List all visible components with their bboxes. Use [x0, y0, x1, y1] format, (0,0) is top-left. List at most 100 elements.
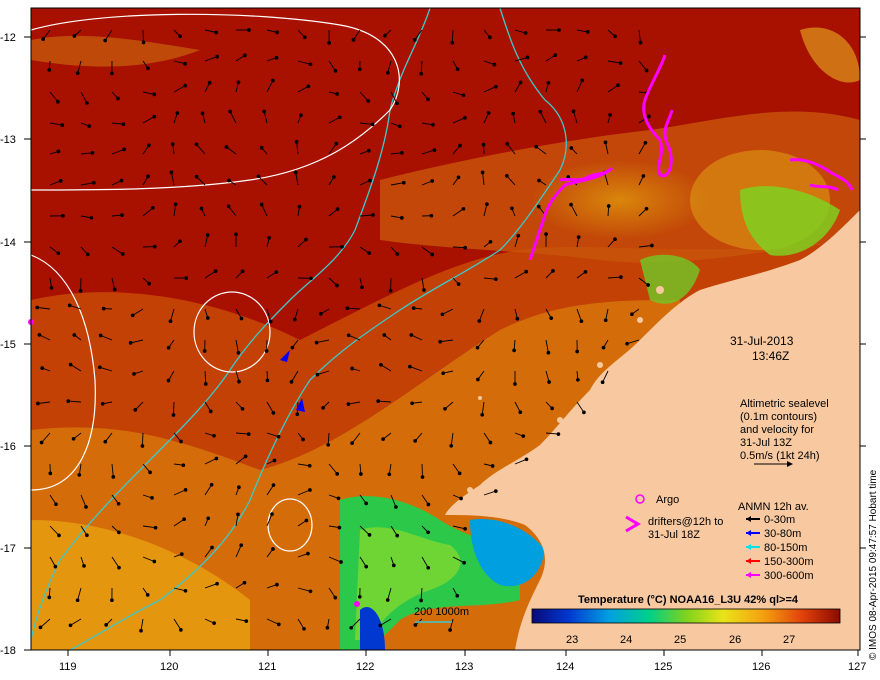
- velocity-arrowhead: [456, 282, 461, 286]
- velocity-arrowhead: [420, 475, 425, 479]
- velocity-arrowhead: [72, 333, 77, 337]
- velocity-arrowhead: [120, 213, 124, 217]
- velocity-arrowhead: [60, 123, 65, 127]
- velocity-arrowhead: [419, 71, 424, 76]
- velocity-arrowhead: [171, 413, 176, 417]
- velocity-arrowhead: [608, 113, 612, 117]
- velocity-arrowhead: [199, 206, 204, 211]
- velocity-arrowhead: [366, 99, 371, 103]
- velocity-arrowhead: [56, 251, 61, 256]
- velocity-arrowhead: [485, 202, 489, 207]
- velocity-arrowhead: [207, 80, 212, 85]
- velocity-arrowhead: [370, 122, 375, 127]
- velocity-arrowhead: [480, 170, 485, 175]
- velocity-arrowhead: [259, 145, 264, 150]
- velocity-arrowhead: [438, 339, 443, 344]
- velocity-arrowhead: [301, 437, 305, 442]
- velocity-arrowhead: [613, 237, 617, 242]
- altimetry-line: Altimetric sealevel: [740, 398, 829, 410]
- argo-label: Argo: [656, 494, 679, 506]
- velocity-arrowhead: [488, 440, 493, 445]
- velocity-arrowhead: [240, 269, 245, 274]
- velocity-arrowhead: [262, 109, 267, 114]
- velocity-arrowhead: [133, 408, 138, 412]
- velocity-arrowhead: [426, 97, 430, 102]
- velocity-arrowhead: [39, 440, 44, 445]
- velocity-arrowhead: [271, 483, 276, 487]
- velocity-arrowhead: [364, 501, 369, 506]
- anmn-label: 150-300m: [764, 556, 814, 568]
- velocity-arrowhead: [275, 582, 279, 587]
- velocity-arrowhead: [132, 372, 136, 376]
- velocity-arrowhead: [383, 33, 387, 38]
- velocity-arrowhead: [302, 35, 307, 40]
- velocity-arrowhead: [41, 37, 46, 41]
- velocity-arrowhead: [327, 41, 332, 45]
- colorbar-tick: 25: [674, 634, 686, 646]
- altimetry-line: (0.1m contours): [740, 411, 817, 423]
- velocity-arrowhead: [290, 345, 295, 350]
- velocity-arrowhead: [237, 485, 241, 490]
- velocity-arrowhead: [524, 269, 529, 274]
- velocity-arrowhead: [87, 124, 92, 128]
- velocity-arrowhead: [477, 319, 482, 323]
- velocity-arrowhead: [91, 180, 96, 185]
- velocity-arrowhead: [400, 150, 404, 155]
- velocity-arrowhead: [57, 533, 61, 538]
- velocity-arrowhead: [457, 471, 462, 476]
- velocity-arrowhead: [644, 206, 649, 211]
- velocity-arrowhead: [340, 244, 344, 249]
- velocity-arrowhead: [430, 179, 435, 183]
- velocity-arrowhead: [335, 283, 339, 288]
- velocity-arrowhead: [493, 489, 498, 493]
- velocity-arrowhead: [585, 30, 590, 34]
- x-tick: 127: [848, 661, 866, 673]
- velocity-arrowhead: [391, 563, 396, 568]
- velocity-arrowhead: [111, 475, 116, 479]
- velocity-arrowhead: [47, 595, 52, 600]
- velocity-arrowhead: [122, 147, 126, 152]
- velocity-arrowhead: [368, 178, 372, 183]
- velocity-arrowhead: [150, 496, 154, 500]
- velocity-arrowhead: [603, 140, 608, 145]
- velocity-arrowhead: [335, 472, 340, 476]
- velocity-arrowhead: [450, 40, 455, 45]
- velocity-arrowhead: [236, 350, 241, 355]
- velocity-arrowhead: [274, 270, 279, 274]
- velocity-arrowhead: [259, 202, 264, 207]
- velocity-arrowhead: [307, 463, 312, 468]
- velocity-arrowhead: [395, 533, 400, 538]
- velocity-arrowhead: [236, 80, 241, 85]
- velocity-arrowhead: [121, 122, 126, 127]
- velocity-arrowhead: [576, 235, 581, 239]
- velocity-arrowhead: [326, 442, 331, 447]
- velocity-arrowhead: [184, 276, 189, 280]
- velocity-arrowhead: [237, 379, 241, 384]
- x-tick: 120: [160, 661, 178, 673]
- velocity-arrowhead: [394, 505, 398, 509]
- y-tick: -18: [0, 645, 16, 657]
- velocity-arrowhead: [357, 594, 362, 599]
- velocity-arrowhead: [333, 595, 338, 600]
- velocity-arrowhead: [410, 401, 414, 406]
- velocity-arrowhead: [67, 303, 72, 308]
- velocity-arrowhead: [644, 68, 649, 73]
- altimetry-line: and velocity for: [740, 424, 814, 436]
- velocity-arrowhead: [103, 38, 108, 43]
- velocity-arrowhead: [66, 399, 71, 403]
- velocity-arrowhead: [379, 362, 383, 367]
- colorbar-tick: 23: [566, 634, 578, 646]
- sst-map: -12 -13 -14 -15 -16 -17 -18 119 120 121 …: [0, 7, 879, 673]
- velocity-arrowhead: [110, 71, 114, 76]
- velocity-arrowhead: [603, 318, 608, 323]
- velocity-arrow: [421, 463, 423, 478]
- velocity-arrowhead: [224, 145, 229, 149]
- velocity-arrowhead: [147, 281, 152, 286]
- velocity-arrowhead: [422, 288, 426, 292]
- velocity-arrowhead: [534, 144, 539, 149]
- velocity-arrowhead: [130, 313, 135, 318]
- velocity-arrowhead: [214, 30, 219, 35]
- velocity-arrowhead: [335, 207, 340, 211]
- velocity-arrowhead: [441, 371, 446, 376]
- velocity-arrowhead: [200, 111, 205, 116]
